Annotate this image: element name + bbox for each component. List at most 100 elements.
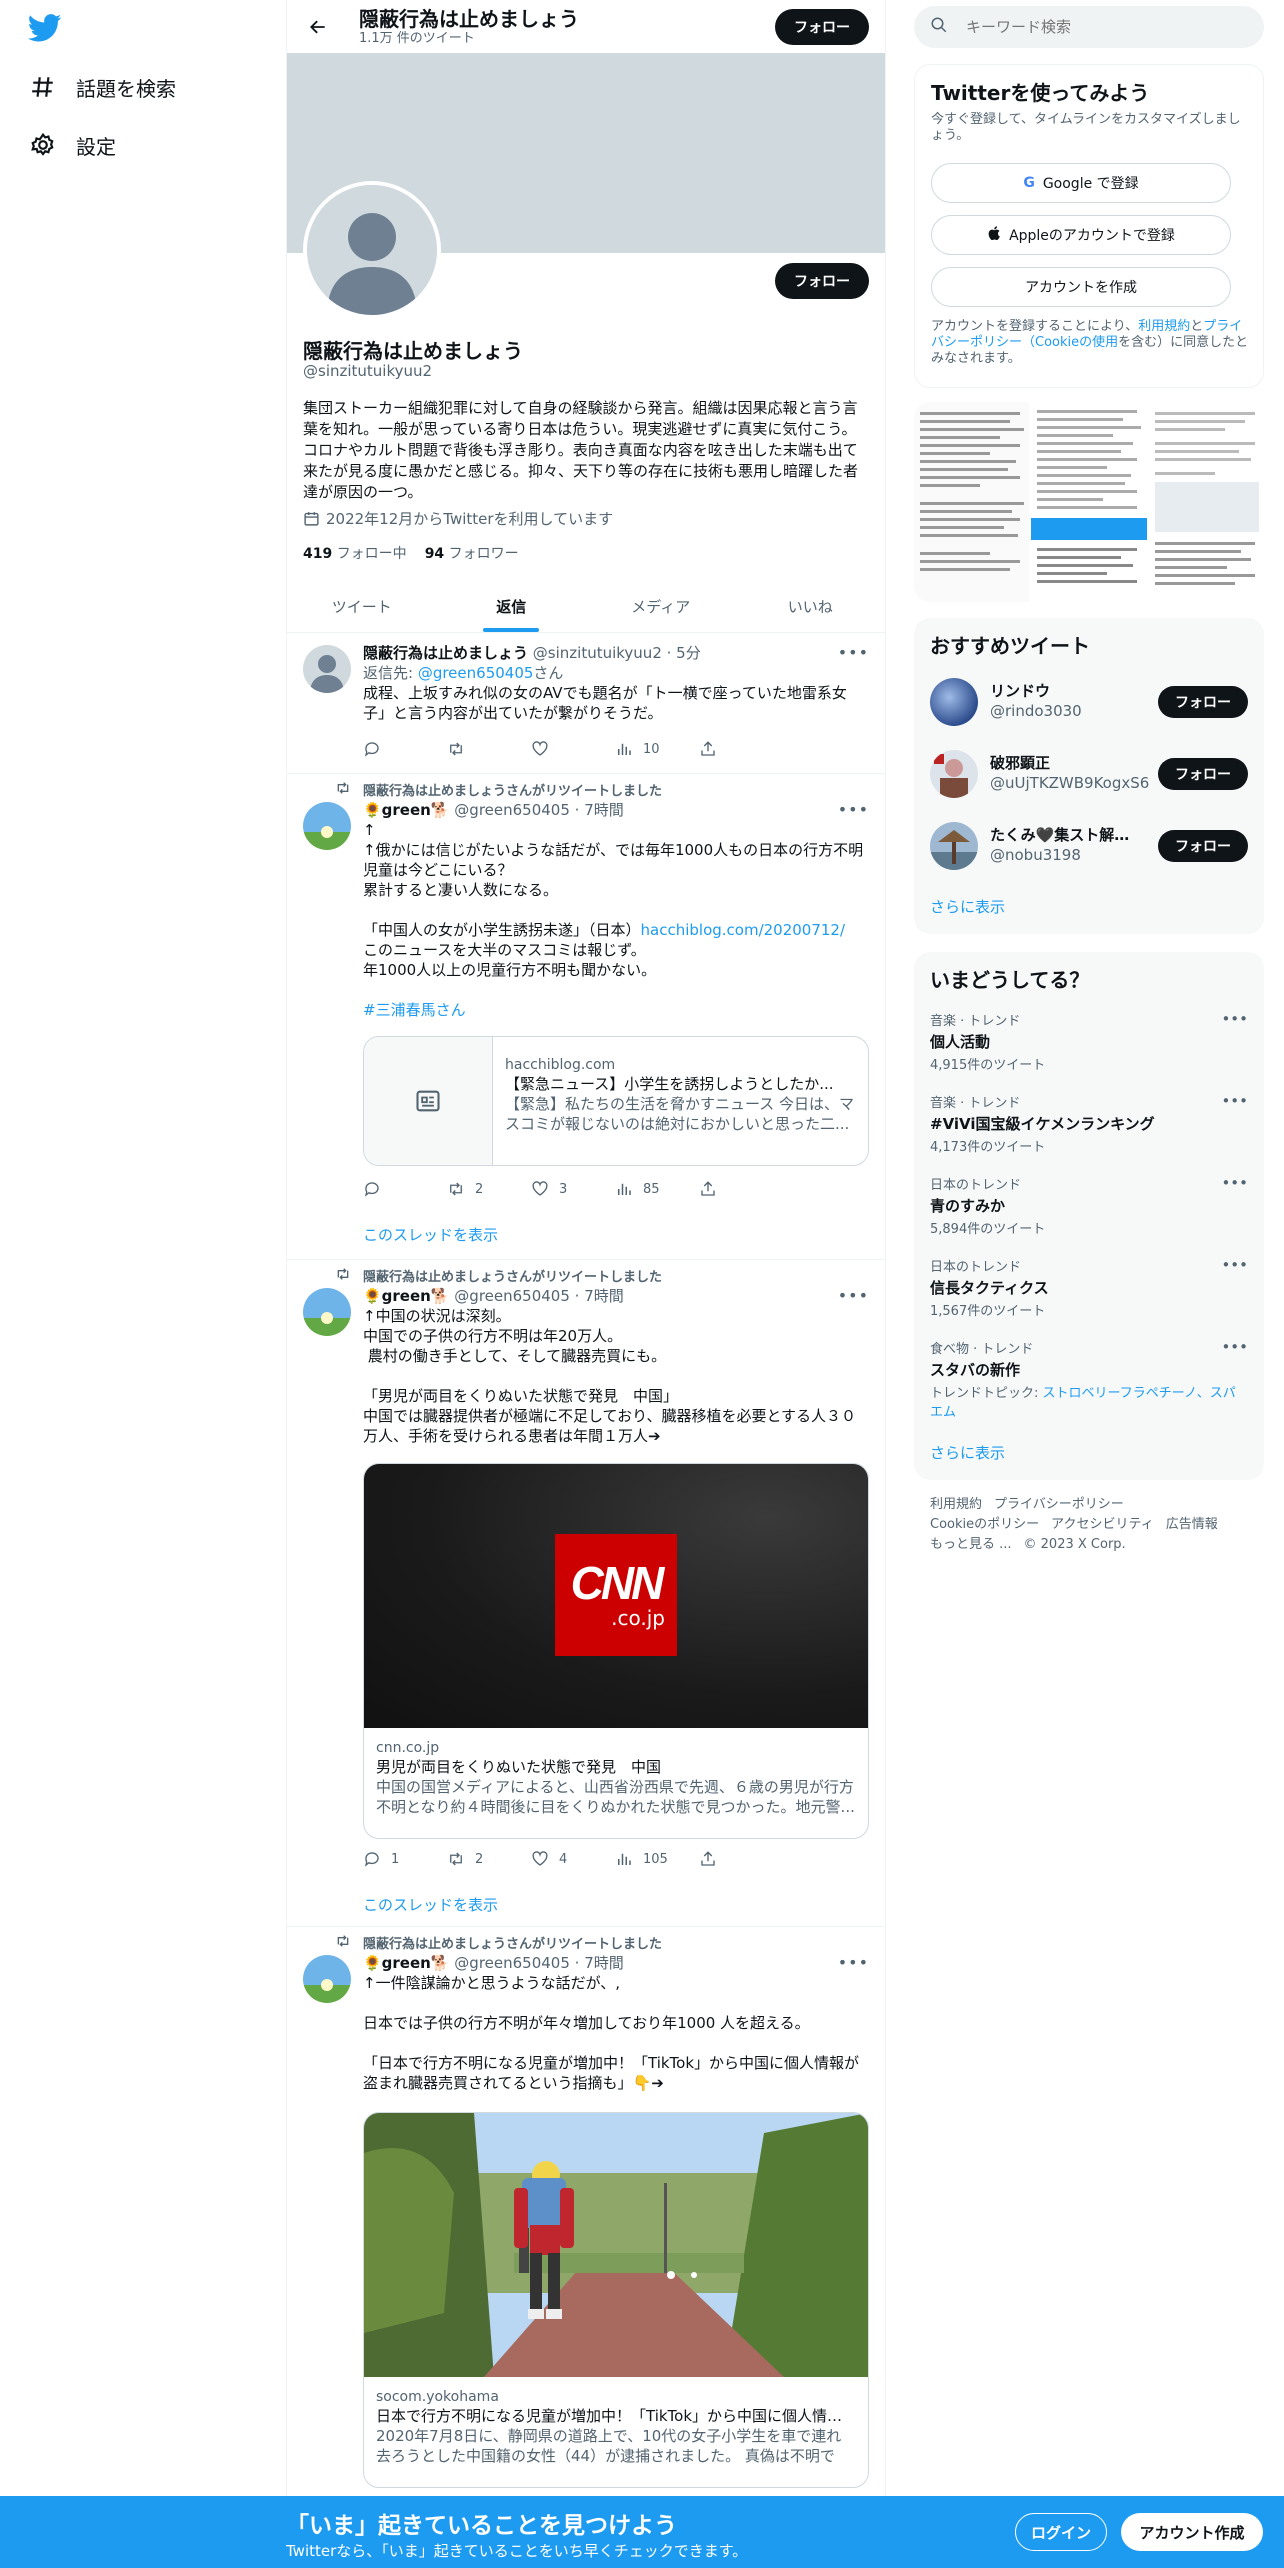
more-icon[interactable]: ••• — [1221, 1010, 1248, 1028]
media-thumb[interactable] — [1031, 402, 1147, 602]
tweet-avatar[interactable] — [303, 645, 351, 693]
recommended-account[interactable]: リンドウ @rindo3030 フォロー — [930, 676, 1248, 728]
trend-item[interactable]: 日本のトレンド 信長タクティクス 1,567件のツイート ••• — [930, 1256, 1248, 1319]
retweet-icon — [450, 1182, 462, 1196]
tab-replies[interactable]: 返信 — [437, 580, 587, 632]
like-button[interactable] — [531, 739, 615, 759]
retweet-button[interactable]: 2 — [447, 1179, 531, 1199]
search-input[interactable] — [966, 18, 1246, 36]
tweet-avatar[interactable] — [303, 1288, 351, 1336]
like-button[interactable]: 4 — [531, 1849, 615, 1869]
tweet-link[interactable]: hacchiblog.com/20200712/ — [641, 921, 846, 939]
tweet-header: 隠蔽行為は止めましょう @sinzitutuikyuu2 · 5分 — [363, 644, 701, 662]
retweet-button[interactable]: 2 — [447, 1849, 531, 1869]
share-button[interactable] — [699, 1849, 783, 1869]
show-more-link[interactable]: さらに表示 — [930, 896, 1005, 917]
share-button[interactable] — [699, 1179, 783, 1199]
views-button[interactable]: 10 — [615, 739, 699, 759]
trend-item[interactable]: 音楽 · トレンド #ViVi国宝級イケメンランキング 4,173件のツイート … — [930, 1092, 1248, 1155]
account-avatar[interactable] — [930, 678, 978, 726]
tweet-text: ↑一件陰謀論かと思うような話だが、, 日本では子供の行方不明が年々増加しており年… — [363, 1974, 860, 2092]
apple-signup-button[interactable]: Appleのアカウントで登録 — [931, 215, 1231, 255]
more-icon[interactable]: ••• — [1221, 1338, 1248, 1356]
card-title: 【緊急ニュース】小学生を誘拐しようとしたか... — [505, 1075, 834, 1093]
tweet-avatar[interactable] — [303, 802, 351, 850]
more-icon[interactable]: ••• — [1221, 1256, 1248, 1274]
reply-button[interactable] — [363, 1179, 447, 1199]
footer-link[interactable]: 利用規約 — [930, 1497, 982, 1512]
tweet[interactable]: 隠蔽行為は止めましょうさんがリツイートしました ••• 🌻green🐕 @gre… — [287, 774, 885, 1260]
following-link[interactable]: 419 フォロー中 — [303, 543, 407, 563]
media-thumb[interactable] — [1148, 402, 1264, 602]
footer-link[interactable]: もっと見る ... — [930, 1537, 1012, 1552]
account-avatar[interactable] — [930, 822, 978, 870]
tweet[interactable]: 隠蔽行為は止めましょうさんがリツイートしました ••• 🌻green🐕 @gre… — [287, 1260, 885, 1927]
signup-button[interactable]: アカウント作成 — [1121, 2513, 1263, 2551]
card-site: socom.yokohama — [376, 2389, 499, 2405]
media-preview-grid[interactable] — [914, 402, 1264, 602]
show-thread-link[interactable]: このスレッドを表示 — [363, 1224, 498, 1245]
tab-media[interactable]: メディア — [586, 580, 736, 632]
retweet-icon — [335, 1266, 351, 1286]
recommended-account[interactable]: たくみ🖤集スト解決... @nobu3198 フォロー — [930, 820, 1248, 872]
tab-tweets[interactable]: ツイート — [287, 580, 437, 632]
profile-name: 隠蔽行為は止めましょう — [303, 339, 523, 363]
search-box[interactable] — [914, 6, 1264, 48]
reply-button[interactable]: 1 — [363, 1849, 447, 1869]
back-arrow-icon[interactable] — [301, 10, 335, 44]
views-button[interactable]: 85 — [615, 1179, 699, 1199]
signup-panel: Twitterを使ってみよう 今すぐ登録して、タイムラインをカスタマイズしましょ… — [914, 64, 1264, 388]
tweet-avatar[interactable] — [303, 1955, 351, 2003]
recommended-account[interactable]: 破邪顕正 @uUjTKZWB9KogxS6 フォロー — [930, 748, 1248, 800]
link-card[interactable]: CNN .co.jp cnn.co.jp 男児が両目をくりぬいた状態で発見 中国… — [363, 1463, 869, 1839]
footer-link[interactable]: 広告情報 — [1166, 1517, 1218, 1532]
followers-link[interactable]: 94 フォロワー — [425, 543, 519, 563]
more-icon[interactable]: ••• — [1221, 1092, 1248, 1110]
account-avatar[interactable] — [930, 750, 978, 798]
more-icon[interactable]: ••• — [1221, 1174, 1248, 1192]
footer-link[interactable]: プライバシーポリシー — [994, 1497, 1124, 1512]
tweet-text: ↑中国の状況は深刻。 中国での子供の行方不明は年20万人。 農村の働き手として、… — [363, 1307, 857, 1445]
reply-icon — [364, 742, 379, 757]
link-card[interactable]: hacchiblog.com 【緊急ニュース】小学生を誘拐しようとしたか... … — [363, 1036, 869, 1166]
reply-button[interactable] — [363, 739, 447, 759]
link-card[interactable]: socom.yokohama 日本で行方不明になる児童が増加中！「TikTok」… — [363, 2112, 869, 2488]
terms-link[interactable]: 利用規約 — [1138, 319, 1190, 334]
retweet-button[interactable] — [447, 739, 531, 759]
share-button[interactable] — [699, 739, 783, 759]
profile-follow-button[interactable]: フォロー — [775, 263, 869, 299]
retweet-indicator: 隠蔽行為は止めましょうさんがリツイートしました — [337, 780, 662, 799]
show-more-link[interactable]: さらに表示 — [930, 1442, 1005, 1463]
trend-item[interactable]: 日本のトレンド 青のすみか 5,894件のツイート ••• — [930, 1174, 1248, 1237]
tweet-actions: 2 3 85 — [363, 1179, 783, 1199]
hashtag-link[interactable]: #三浦春馬さん — [363, 1000, 869, 1020]
tweet[interactable]: ••• 隠蔽行為は止めましょう @sinzitutuikyuu2 · 5分 返信… — [287, 633, 885, 774]
apple-icon — [987, 225, 1001, 245]
nav-settings[interactable]: 設定 — [28, 125, 116, 165]
trend-item[interactable]: 食べ物 · トレンド スタバの新作 トレンドトピック: ストロベリーフラペチーノ… — [930, 1338, 1248, 1420]
follow-button[interactable]: フォロー — [1158, 686, 1248, 718]
views-button[interactable]: 105 — [615, 1849, 699, 1869]
reply-to-link[interactable]: @green650405 — [418, 664, 534, 682]
profile-avatar[interactable] — [303, 181, 441, 319]
retweet-icon — [335, 1933, 351, 1953]
show-thread-link[interactable]: このスレッドを表示 — [363, 1894, 498, 1915]
tweet[interactable]: 隠蔽行為は止めましょうさんがリツイートしました ••• 🌻green🐕 @gre… — [287, 1927, 885, 2568]
nav-explore[interactable]: 話題を検索 — [28, 67, 176, 107]
joined-text: 2022年12月からTwitterを利用しています — [326, 510, 614, 528]
follow-button[interactable]: フォロー — [1158, 758, 1248, 790]
like-button[interactable]: 3 — [531, 1179, 615, 1199]
google-signup-button[interactable]: G Google で登録 — [931, 163, 1231, 203]
footer-link[interactable]: アクセシビリティ — [1051, 1517, 1154, 1532]
profile-handle: @sinzitutuikyuu2 — [303, 362, 433, 380]
login-button[interactable]: ログイン — [1015, 2513, 1107, 2551]
media-thumb[interactable] — [914, 402, 1030, 602]
trend-item[interactable]: 音楽 · トレンド 個人活動 4,915件のツイート ••• — [930, 1010, 1248, 1073]
header-follow-button[interactable]: フォロー — [775, 9, 869, 45]
tab-likes[interactable]: いいね — [736, 580, 886, 632]
follow-button[interactable]: フォロー — [1158, 830, 1248, 862]
twitter-bird-icon[interactable] — [27, 14, 62, 42]
footer-link[interactable]: Cookieのポリシー — [930, 1517, 1039, 1532]
create-account-button[interactable]: アカウントを作成 — [931, 267, 1231, 307]
profile-tabs: ツイート 返信 メディア いいね — [287, 580, 885, 633]
